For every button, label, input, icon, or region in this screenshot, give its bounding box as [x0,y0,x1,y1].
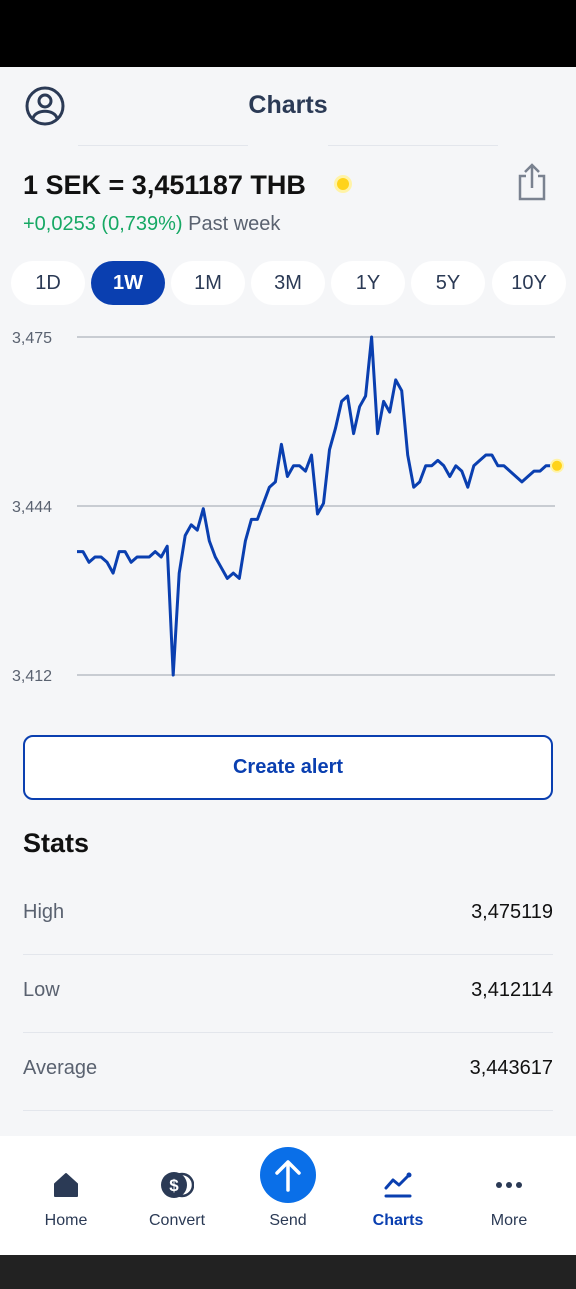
period-3m-button[interactable]: 3M [251,261,325,305]
stat-value: 3,443617 [469,1057,553,1079]
nav-home[interactable]: Home [11,1136,121,1255]
nav-charts[interactable]: Charts [343,1136,453,1255]
period-1y-button[interactable]: 1Y [331,261,405,305]
stat-value: 3,475119 [471,901,553,923]
header: Charts [0,67,576,147]
current-value-marker [550,458,564,473]
rate-change: +0,0253 (0,739%) Past week [23,213,280,236]
stat-label: High [23,901,65,923]
period-1w-button[interactable]: 1W [91,261,165,305]
header-divider [78,145,248,146]
stat-row-average: Average 3,443617 [23,1033,553,1111]
y-tick-label: 3,475 [12,330,52,347]
exchange-rate: 1 SEK = 3,451187 THB [23,170,306,200]
change-period: Past week [188,213,281,235]
live-indicator-icon [337,178,349,190]
page-title: Charts [248,91,328,119]
period-selector: 1D 1W 1M 3M 1Y 5Y 10Y [11,261,567,305]
stat-value: 3,412114 [471,979,553,1001]
bottom-nav: Home $ Convert Send Charts More [0,1136,576,1255]
create-alert-button[interactable]: Create alert [23,735,553,800]
nav-label: Convert [148,1212,206,1229]
svg-text:$: $ [169,1176,179,1195]
nav-more[interactable]: More [454,1136,564,1255]
nav-label: Home [44,1212,88,1229]
more-dots-icon [492,1168,526,1202]
send-arrow-icon [260,1147,316,1203]
period-5y-button[interactable]: 5Y [411,261,485,305]
stats-title: Stats [23,828,90,858]
share-icon[interactable] [515,162,549,202]
stat-label: Average [23,1057,98,1079]
status-bar [0,0,576,67]
system-nav-bar [0,1255,576,1289]
nav-label: More [490,1212,528,1229]
stat-row-low: Low 3,412114 [23,955,553,1033]
nav-label: Charts [372,1212,424,1229]
stat-row-high: High 3,475119 [23,877,553,955]
nav-send[interactable]: Send [233,1136,343,1255]
y-tick-label: 3,444 [12,499,52,516]
rate-chart[interactable]: 3,475 3,444 3,412 [0,320,576,700]
nav-convert[interactable]: $ Convert [122,1136,232,1255]
home-icon [49,1168,83,1202]
period-1m-button[interactable]: 1M [171,261,245,305]
y-tick-label: 3,412 [12,668,52,685]
period-1d-button[interactable]: 1D [11,261,85,305]
period-10y-button[interactable]: 10Y [492,261,566,305]
change-value: +0,0253 (0,739%) [23,213,183,235]
stat-label: Low [23,979,60,1001]
header-divider [328,145,498,146]
convert-icon: $ [160,1168,194,1202]
chart-line-icon [381,1168,415,1202]
nav-label: Send [269,1212,307,1229]
